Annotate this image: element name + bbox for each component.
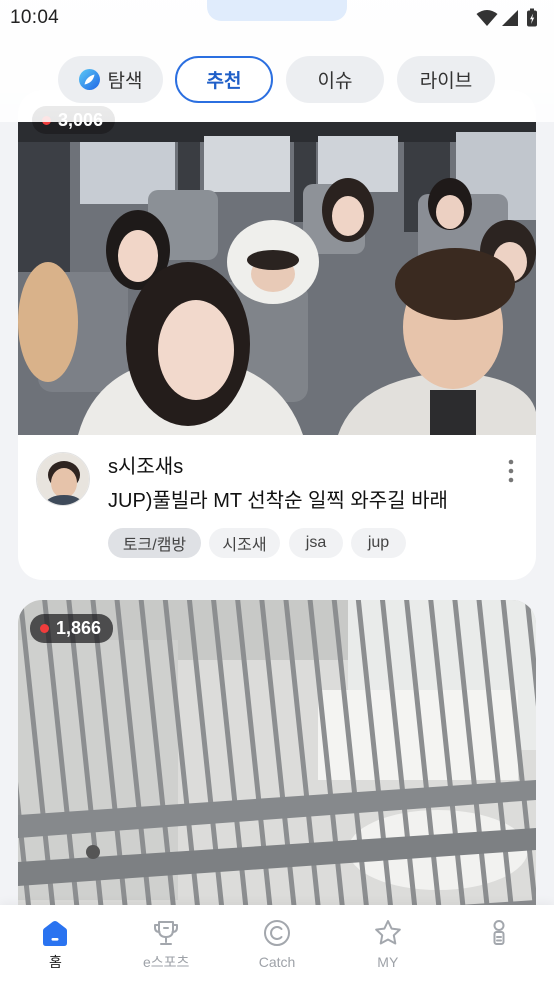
- streamer-name[interactable]: s시조새s: [108, 455, 183, 479]
- tag-label: jup: [367, 534, 390, 551]
- tab-label: 이슈: [317, 71, 353, 92]
- tab-label: 탐색: [107, 71, 143, 92]
- signal-icon: [502, 10, 518, 26]
- person-icon: [484, 918, 514, 948]
- viewer-count-badge: 1,866: [30, 614, 114, 643]
- more-options-button[interactable]: [502, 456, 520, 486]
- kebab-icon: [508, 459, 514, 483]
- viewer-count: 1,866: [56, 618, 102, 638]
- stream-thumbnail[interactable]: [18, 122, 536, 435]
- bottom-nav: 홈 e스포츠 Catch MY: [0, 905, 554, 984]
- live-dot-icon: [40, 624, 49, 633]
- nav-label: Catch: [258, 954, 296, 970]
- tab-issue[interactable]: 이슈: [286, 56, 384, 103]
- battery-icon: [527, 8, 537, 27]
- tag-label: jsa: [305, 534, 327, 551]
- tab-recommended[interactable]: 추천: [175, 56, 273, 103]
- home-icon: [40, 918, 70, 948]
- tag-label: 토크/캠방: [122, 537, 187, 554]
- nav-item-my[interactable]: MY: [332, 905, 443, 984]
- compass-icon: [78, 69, 100, 90]
- hashtag[interactable]: jsa: [289, 528, 343, 558]
- nav-label: 홈: [48, 954, 62, 970]
- nav-label: MY: [377, 954, 399, 970]
- catch-icon: [262, 918, 292, 948]
- star-icon: [373, 918, 403, 948]
- tag-label: 시조새: [222, 537, 267, 554]
- status-time: 10:04: [10, 7, 60, 28]
- hashtag[interactable]: jup: [351, 528, 406, 558]
- stream-card[interactable]: 3,006: [18, 90, 536, 580]
- nav-item-esports[interactable]: e스포츠: [111, 905, 222, 984]
- tab-label: 라이브: [419, 71, 473, 92]
- nav-label: e스포츠: [142, 954, 190, 970]
- tab-explore[interactable]: 탐색: [58, 56, 163, 103]
- tab-live[interactable]: 라이브: [397, 56, 495, 103]
- streamer-avatar[interactable]: [36, 452, 90, 506]
- wifi-icon: [476, 10, 498, 26]
- nav-item-home[interactable]: 홈: [0, 905, 111, 984]
- hashtag[interactable]: 시조새: [209, 528, 280, 558]
- nav-item-more[interactable]: [443, 905, 554, 984]
- stream-title[interactable]: JUP)풀빌라 MT 선착순 일찍 와주길 바래: [108, 489, 448, 513]
- tab-label: 추천: [206, 71, 242, 92]
- trophy-icon: [151, 918, 181, 948]
- category-tag[interactable]: 토크/캠방: [108, 528, 201, 558]
- nav-item-catch[interactable]: Catch: [222, 905, 333, 984]
- floating-pill-button[interactable]: [207, 0, 347, 21]
